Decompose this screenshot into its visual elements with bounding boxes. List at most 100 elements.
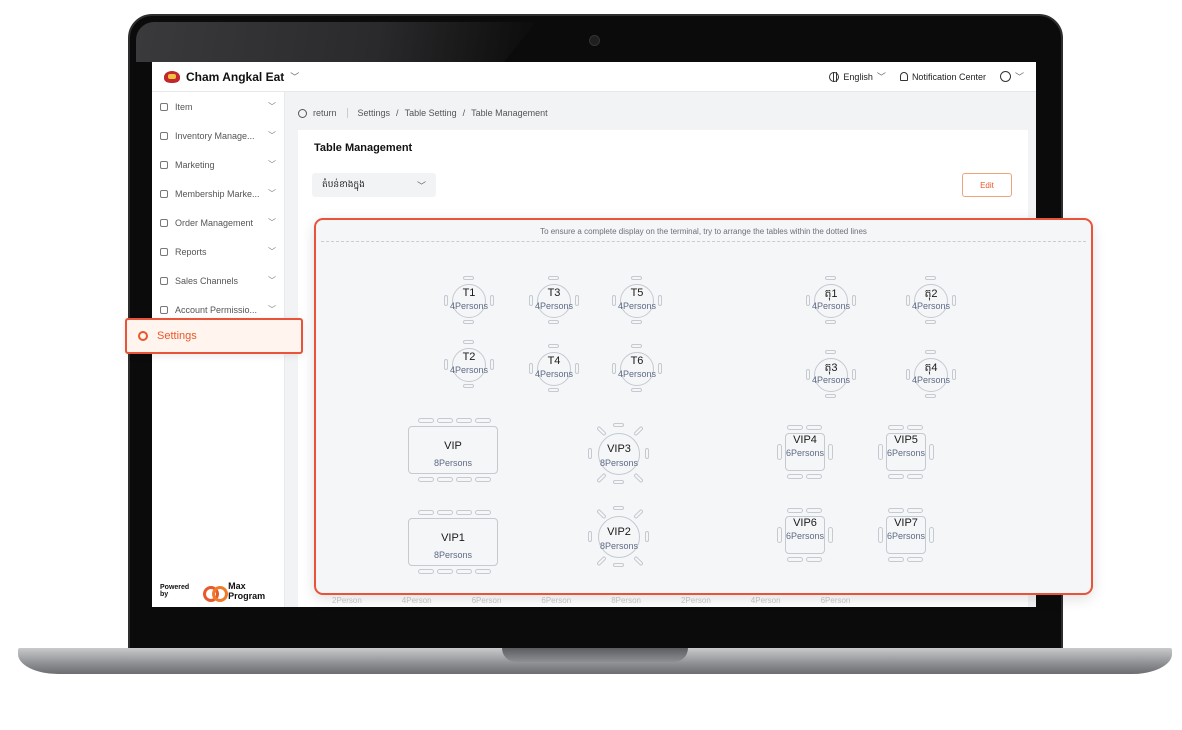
table-item[interactable]: តុ1 4Persons xyxy=(806,276,856,324)
seat xyxy=(548,388,559,392)
table-capacity: 6Persons xyxy=(886,448,926,458)
breadcrumb-settings[interactable]: Settings xyxy=(358,108,391,118)
table-capacity: 8Persons xyxy=(433,550,473,560)
notification-center[interactable]: Notification Center xyxy=(899,72,986,82)
account-icon xyxy=(160,305,168,314)
seat xyxy=(907,508,923,513)
table-item[interactable]: T3 4Persons xyxy=(529,276,579,324)
table-name: T4 xyxy=(547,355,561,367)
chevron-down-icon: ﹀ xyxy=(1014,72,1024,82)
table-capacity: 6Persons xyxy=(785,531,825,541)
table-capacity: 4Persons xyxy=(811,375,851,385)
table-name: VIP5 xyxy=(894,434,918,446)
seat xyxy=(418,569,434,574)
edit-button[interactable]: Edit xyxy=(962,173,1012,197)
seat xyxy=(456,477,472,482)
table-capacity: 4Persons xyxy=(449,301,489,311)
seat xyxy=(925,276,936,280)
sidebar-item-membership[interactable]: Membership Marke... ﹀ xyxy=(152,179,284,208)
floor-plan: To ensure a complete display on the term… xyxy=(314,218,1093,595)
seat xyxy=(418,418,434,423)
breadcrumb: return Settings / Table Setting / Table … xyxy=(298,108,548,118)
table-item[interactable]: តុ3 4Persons xyxy=(806,350,856,398)
chevron-down-icon: ﹀ xyxy=(268,160,276,169)
seat xyxy=(596,508,607,520)
floor-hint: To ensure a complete display on the term… xyxy=(540,227,867,236)
breadcrumb-table-setting[interactable]: Table Setting xyxy=(405,108,457,118)
user-menu[interactable]: ﹀ xyxy=(999,70,1024,83)
table-name: VIP3 xyxy=(607,443,631,455)
seat xyxy=(596,425,607,437)
table-name: T1 xyxy=(462,287,476,299)
seat xyxy=(437,510,453,515)
table-item[interactable]: VIP3 8Persons xyxy=(588,423,649,484)
seat xyxy=(925,394,936,398)
table-item[interactable]: VIP6 6Persons xyxy=(777,508,833,562)
max-program-logo-icon xyxy=(202,586,228,602)
page-title: Table Management xyxy=(314,142,413,154)
table-item[interactable]: VIP2 8Persons xyxy=(588,506,649,567)
seat xyxy=(631,344,642,348)
membership-icon xyxy=(160,189,168,198)
seat xyxy=(463,340,474,344)
table-item[interactable]: VIP 8Persons xyxy=(408,418,498,482)
area-select[interactable]: តំបន់ខាងក្នុង ﹀ xyxy=(312,173,436,197)
table-item[interactable]: VIP4 6Persons xyxy=(777,425,833,479)
breadcrumb-table-management: Table Management xyxy=(471,108,548,118)
seat xyxy=(633,555,644,567)
table-name: VIP7 xyxy=(894,517,918,529)
seat xyxy=(633,508,644,520)
table-item[interactable]: T4 4Persons xyxy=(529,344,579,392)
seat xyxy=(825,350,836,354)
seat xyxy=(806,425,822,430)
table-item[interactable]: T1 4Persons xyxy=(444,276,494,324)
language-switcher[interactable]: English ﹀ xyxy=(829,70,886,83)
table-item[interactable]: តុ4 4Persons xyxy=(906,350,956,398)
table-item[interactable]: VIP7 6Persons xyxy=(878,508,934,562)
sidebar-item-settings[interactable]: Settings xyxy=(125,318,303,354)
table-type-label: 6Person xyxy=(541,596,572,605)
sidebar-item-marketing[interactable]: Marketing ﹀ xyxy=(152,150,284,179)
seat xyxy=(613,480,624,484)
language-label: English xyxy=(843,71,873,82)
seat xyxy=(633,425,644,437)
area-select-value: តំបន់ខាងក្នុង xyxy=(322,178,365,189)
item-icon xyxy=(160,102,168,111)
brand[interactable]: Cham Angkal Eat ﹀ xyxy=(164,70,299,84)
table-capacity: 4Persons xyxy=(449,365,489,375)
seat xyxy=(888,474,904,479)
sidebar-item-item[interactable]: Item ﹀ xyxy=(152,92,284,121)
sidebar-item-sales-channels[interactable]: Sales Channels ﹀ xyxy=(152,266,284,295)
seat xyxy=(925,350,936,354)
globe-icon xyxy=(829,71,840,82)
seat xyxy=(787,557,803,562)
seat xyxy=(907,474,923,479)
table-name: VIP xyxy=(444,440,462,452)
chevron-down-icon: ﹀ xyxy=(268,276,276,285)
seat xyxy=(825,320,836,324)
return-link[interactable]: return xyxy=(313,108,337,118)
order-icon xyxy=(160,218,168,227)
table-capacity: 6Persons xyxy=(886,531,926,541)
seat xyxy=(463,320,474,324)
table-item[interactable]: T6 4Persons xyxy=(612,344,662,392)
marketing-icon xyxy=(160,160,168,169)
table-type-label: 2Person xyxy=(332,596,362,605)
table-name: VIP4 xyxy=(793,434,817,446)
seat xyxy=(475,418,491,423)
table-type-label: 4Person xyxy=(750,596,781,605)
powered-by: Powered by Max Program xyxy=(160,581,284,602)
table-item[interactable]: VIP5 6Persons xyxy=(878,425,934,479)
table-item[interactable]: តុ2 4Persons xyxy=(906,276,956,324)
sidebar-item-inventory[interactable]: Inventory Manage... ﹀ xyxy=(152,121,284,150)
top-bar: Cham Angkal Eat ﹀ English ﹀ Notification… xyxy=(152,62,1036,92)
seat xyxy=(456,510,472,515)
table-item[interactable]: T5 4Persons xyxy=(612,276,662,324)
table-item[interactable]: T2 4Persons xyxy=(444,340,494,388)
table-type-label: 6Person xyxy=(471,596,502,605)
sidebar-item-orders[interactable]: Order Management ﹀ xyxy=(152,208,284,237)
table-name: T3 xyxy=(547,287,561,299)
sidebar-item-reports[interactable]: Reports ﹀ xyxy=(152,237,284,266)
table-item[interactable]: VIP1 8Persons xyxy=(408,510,498,574)
laptop-notch xyxy=(502,648,688,662)
